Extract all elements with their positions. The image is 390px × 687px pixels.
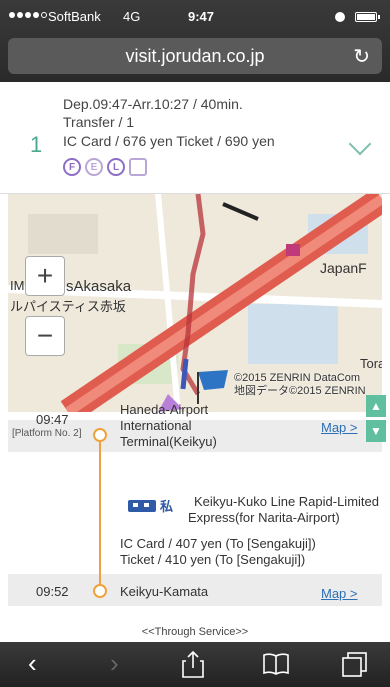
line-name-1: Keikyu-Kuko Line Rapid-Limited xyxy=(194,494,379,509)
map-label-building: ルパイスティス赤坂 xyxy=(10,299,126,314)
arrival-node xyxy=(93,584,107,598)
status-bar: SoftBank 4G 9:47 xyxy=(0,0,390,36)
zoom-out-button[interactable]: − xyxy=(25,316,65,356)
fare-badge-icon: F xyxy=(63,158,81,176)
map-label-prefix: IM xyxy=(10,278,25,293)
map-copyright: ©2015 ZENRIN DataCom 地図データ©2015 ZENRIN xyxy=(234,372,366,398)
line-name-2: Express(for Narita-Airport) xyxy=(188,510,340,525)
map-label-akasaka: sAkasaka xyxy=(66,278,132,295)
arrival-map-link[interactable]: Map > xyxy=(321,586,358,601)
forward-button[interactable]: › xyxy=(110,648,119,678)
scroll-down-button[interactable]: ▼ xyxy=(366,420,386,442)
route-fare: IC Card / 676 yen Ticket / 690 yen xyxy=(63,133,275,149)
route-transfers: Transfer / 1 xyxy=(63,114,135,130)
easy-badge-icon: E xyxy=(85,158,103,176)
departure-map-link[interactable]: Map > xyxy=(321,420,358,435)
arrival-station[interactable]: Keikyu-Kamata xyxy=(120,584,208,599)
departure-station-line-1[interactable]: Haneda-Airport xyxy=(120,402,208,417)
signal-strength-icon xyxy=(9,12,47,18)
route-map[interactable]: + − IM sAkasaka ルパイスティス赤坂 JapanF Tora ©2… xyxy=(8,194,382,412)
network-type: 4G xyxy=(123,9,141,24)
zoom-in-button[interactable]: + xyxy=(25,256,65,296)
battery-icon xyxy=(355,12,380,22)
route-summary[interactable]: 1 Dep.09:47-Arr.10:27 / 40min. Transfer … xyxy=(0,82,390,194)
departure-station-line-2[interactable]: International xyxy=(120,418,192,433)
through-service-label: <<Through Service>> xyxy=(141,626,249,638)
back-button[interactable]: ‹ xyxy=(28,648,37,678)
route-number: 1 xyxy=(30,132,43,157)
low-cost-badge-icon: L xyxy=(107,158,125,176)
departure-time: 09:47 xyxy=(36,412,69,427)
scroll-up-button[interactable]: ▲ xyxy=(366,395,386,417)
copyright-line-2: 地図データ©2015 ZENRIN xyxy=(234,385,366,397)
carrier-name: SoftBank xyxy=(48,9,101,24)
vehicle-icon xyxy=(129,158,147,176)
browser-header: SoftBank 4G 9:47 visit.jorudan.co.jp ↻ xyxy=(0,0,390,82)
clock: 9:47 xyxy=(188,9,215,24)
address-bar[interactable]: visit.jorudan.co.jp ↻ xyxy=(8,38,382,74)
map-label-tora: Tora xyxy=(360,356,382,371)
fare-ticket: Ticket / 410 yen (To [Sengakuji]) xyxy=(120,552,306,567)
map-label-japan: JapanF xyxy=(320,260,367,276)
url-text: visit.jorudan.co.jp xyxy=(125,45,265,66)
fare-ic-card: IC Card / 407 yen (To [Sengakuji]) xyxy=(120,536,316,551)
train-icon xyxy=(128,500,156,512)
route-line xyxy=(99,434,101,594)
chevron-down-icon[interactable] xyxy=(348,132,372,156)
copyright-line-1: ©2015 ZENRIN DataCom xyxy=(234,372,361,384)
tabs-icon[interactable] xyxy=(342,652,368,684)
departure-platform: [Platform No. 2] xyxy=(12,428,82,439)
private-railway-mark: 私 xyxy=(160,499,174,514)
bookmarks-icon[interactable] xyxy=(262,652,290,682)
alarm-icon xyxy=(335,12,345,22)
route-badges: F E L xyxy=(63,158,147,176)
route-times: Dep.09:47-Arr.10:27 / 40min. xyxy=(63,96,243,112)
departure-node xyxy=(93,428,107,442)
reload-icon[interactable]: ↻ xyxy=(353,44,370,69)
browser-toolbar: ‹ › xyxy=(0,642,390,687)
arrival-time: 09:52 xyxy=(36,584,69,599)
departure-station-line-3[interactable]: Terminal(Keikyu) xyxy=(120,434,217,449)
share-icon[interactable] xyxy=(182,650,204,684)
